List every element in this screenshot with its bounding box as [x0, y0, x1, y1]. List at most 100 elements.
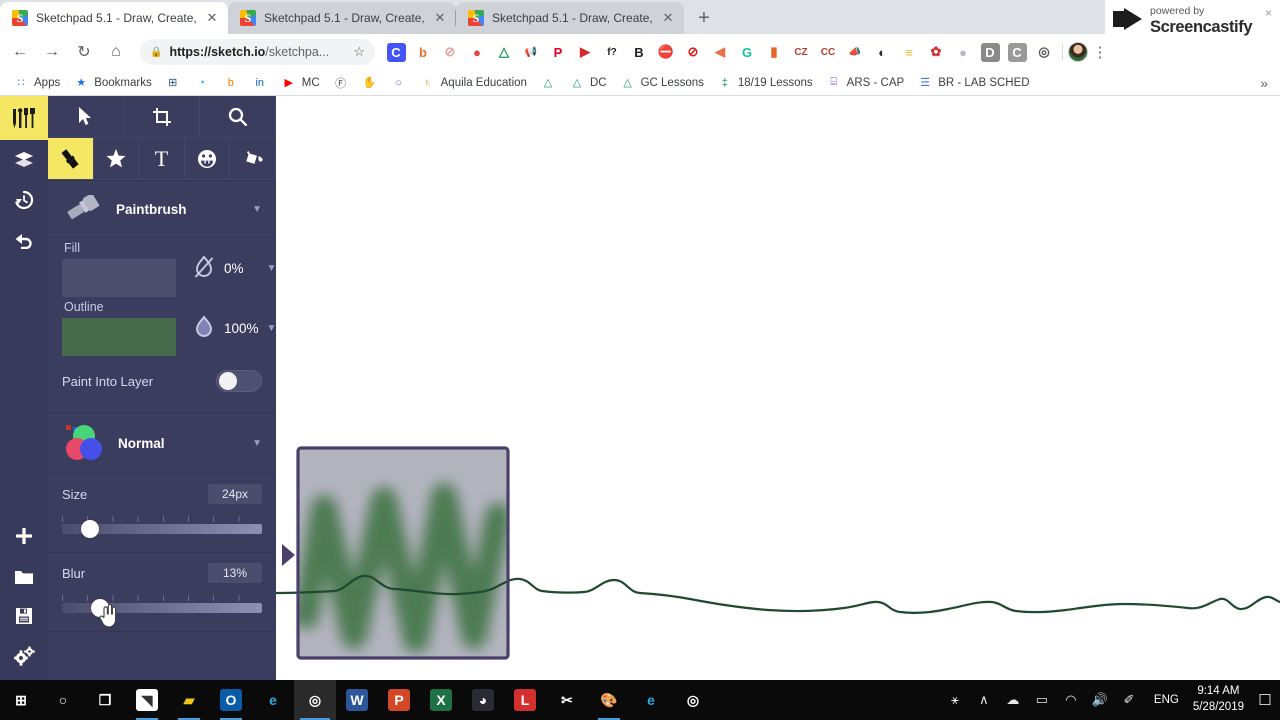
- bookmarks-overflow-button[interactable]: »: [1260, 75, 1272, 91]
- drawing-canvas[interactable]: [276, 96, 1280, 680]
- outlook-icon[interactable]: O: [210, 680, 252, 720]
- text-tool[interactable]: T: [139, 138, 185, 180]
- browser-tab-2[interactable]: S Sketchpad 5.1 - Draw, Create, Sh... ✕: [228, 2, 456, 34]
- font-finder-extension[interactable]: f?: [599, 39, 625, 65]
- close-icon[interactable]: ×: [1265, 6, 1272, 20]
- clock[interactable]: 9:14 AM 5/28/2019: [1187, 684, 1250, 715]
- fast-forward-extension[interactable]: ▶: [572, 39, 598, 65]
- adblock-extension[interactable]: ⛔: [653, 39, 679, 65]
- bookmark-item-br-lab-sched[interactable]: ☰ BR - LAB SCHED: [912, 73, 1034, 93]
- task-view-icon[interactable]: ❐: [84, 680, 126, 720]
- color-wheel-extension[interactable]: ✿: [923, 39, 949, 65]
- internet-explorer-icon[interactable]: e: [252, 680, 294, 720]
- chrome-icon-2[interactable]: ◎: [672, 680, 714, 720]
- blocked-site-extension[interactable]: ⊘: [437, 39, 463, 65]
- cortana-search-icon[interactable]: ○: [42, 680, 84, 720]
- paint-icon[interactable]: 🎨: [588, 680, 630, 720]
- new-icon[interactable]: [0, 516, 48, 556]
- blur-slider[interactable]: [62, 591, 262, 628]
- megaphone-extension[interactable]: 📣: [842, 39, 868, 65]
- action-center-icon[interactable]: ☐: [1250, 680, 1280, 720]
- bookmark-item-18-19-lessons[interactable]: ‡ 18/19 Lessons: [712, 73, 818, 93]
- bookmark-item-11[interactable]: △: [535, 73, 561, 93]
- volume-icon[interactable]: 🔊: [1087, 680, 1113, 720]
- save-icon[interactable]: [0, 596, 48, 636]
- selection-drag-handle[interactable]: [282, 544, 295, 566]
- tab-close-icon[interactable]: ✕: [660, 10, 676, 26]
- bookmark-star-icon[interactable]: ☆: [353, 44, 365, 60]
- history-icon[interactable]: [0, 180, 48, 220]
- bookmark-item-ars-cap[interactable]: ⌸ ARS - CAP: [821, 73, 910, 93]
- bookmark-item-bookmarks[interactable]: ★ Bookmarks: [68, 73, 157, 93]
- profile-avatar[interactable]: [1068, 42, 1088, 62]
- chevron-down-icon[interactable]: ▼: [267, 263, 277, 274]
- grammarly-extension[interactable]: G: [734, 39, 760, 65]
- outline-color-swatch[interactable]: [62, 318, 176, 356]
- size-slider-knob[interactable]: [81, 520, 99, 538]
- bookmark-item-3[interactable]: ◔: [189, 73, 215, 93]
- fill-color-swatch[interactable]: [62, 259, 176, 297]
- bookmark-item-aquila-education[interactable]: ♄ Aquila Education: [415, 73, 532, 93]
- back-button[interactable]: ←: [6, 38, 34, 66]
- excel-icon[interactable]: X: [420, 680, 462, 720]
- classroom-extension[interactable]: C: [1004, 39, 1030, 65]
- bookmark-item-mc[interactable]: ▶ MC: [276, 73, 325, 93]
- snip-tool-icon[interactable]: ✂: [546, 680, 588, 720]
- ghost-extension[interactable]: ●: [950, 39, 976, 65]
- screencastify-extension[interactable]: ◎: [1031, 39, 1057, 65]
- edge-icon[interactable]: e: [630, 680, 672, 720]
- cc-extension[interactable]: CC: [815, 39, 841, 65]
- people-icon[interactable]: ⚹: [942, 680, 968, 720]
- docs-extension[interactable]: D: [977, 39, 1003, 65]
- chevron-down-icon[interactable]: ▼: [252, 438, 262, 449]
- wifi-icon[interactable]: ◠: [1058, 680, 1084, 720]
- paint-into-layer-toggle[interactable]: [216, 370, 262, 392]
- bookmark-item-dc[interactable]: △ DC: [564, 73, 612, 93]
- bookmark-item-4[interactable]: b: [218, 73, 244, 93]
- pinterest-extension[interactable]: P: [545, 39, 571, 65]
- show-hidden-icons-chevron[interactable]: ∧: [971, 680, 997, 720]
- tool-header[interactable]: Paintbrush ▼: [62, 181, 262, 237]
- browser-tab-3[interactable]: S Sketchpad 5.1 - Draw, Create, Sh... ✕: [456, 2, 684, 34]
- settings-gears-icon[interactable]: [0, 636, 48, 676]
- chevron-down-icon[interactable]: ▼: [252, 204, 262, 215]
- browser-tab-1[interactable]: S Sketchpad 5.1 - Draw, Create, Sh... ✕: [0, 2, 228, 34]
- shape-star-tool[interactable]: [93, 138, 140, 180]
- onedrive-icon[interactable]: ☁: [1000, 680, 1026, 720]
- chevron-down-icon[interactable]: ▼: [267, 323, 277, 334]
- announce-extension[interactable]: 📢: [518, 39, 544, 65]
- reload-button[interactable]: ↻: [70, 38, 98, 66]
- bitmoji-extension[interactable]: b: [410, 39, 436, 65]
- bitwarden-extension[interactable]: B: [626, 39, 652, 65]
- fill-opacity-row[interactable]: 0% ▼: [176, 238, 276, 298]
- fill-bucket-tool[interactable]: [230, 138, 276, 180]
- size-value[interactable]: 24px: [208, 484, 262, 504]
- bookmark-item-5[interactable]: in: [247, 73, 273, 93]
- forward-button[interactable]: →: [38, 38, 66, 66]
- book-extension[interactable]: ▮: [761, 39, 787, 65]
- address-bar[interactable]: 🔒 https://sketch.io/sketchpa... ☆: [140, 39, 375, 65]
- size-slider[interactable]: [62, 512, 262, 542]
- bookmark-item-gc-lessons[interactable]: △ GC Lessons: [615, 73, 709, 93]
- tools-palette-icon[interactable]: [0, 96, 62, 140]
- davinci-resolve-icon[interactable]: ◕: [462, 680, 504, 720]
- chrome-icon[interactable]: ◎: [294, 680, 336, 720]
- zoom-tool[interactable]: [200, 96, 276, 138]
- kami-extension[interactable]: ●: [464, 39, 490, 65]
- outline-opacity-row[interactable]: 100% ▼: [176, 298, 276, 358]
- bookmark-item-9[interactable]: ○: [386, 73, 412, 93]
- start-button[interactable]: ⊞: [0, 680, 42, 720]
- lightworks-icon[interactable]: L: [504, 680, 546, 720]
- language-indicator[interactable]: ENG: [1146, 694, 1187, 706]
- word-icon[interactable]: W: [336, 680, 378, 720]
- clever-extension[interactable]: C: [383, 39, 409, 65]
- home-button[interactable]: ⌂: [102, 38, 130, 66]
- undo-icon[interactable]: [0, 220, 48, 260]
- blend-mode-row[interactable]: Normal ▼: [62, 413, 262, 473]
- cz-extension[interactable]: CZ: [788, 39, 814, 65]
- noscript-extension[interactable]: ⊘: [680, 39, 706, 65]
- layers-icon[interactable]: [0, 140, 48, 180]
- paintbrush-tool[interactable]: [48, 138, 94, 180]
- chrome-menu-icon[interactable]: ⋮: [1088, 43, 1112, 61]
- stripes-extension[interactable]: ≡: [896, 39, 922, 65]
